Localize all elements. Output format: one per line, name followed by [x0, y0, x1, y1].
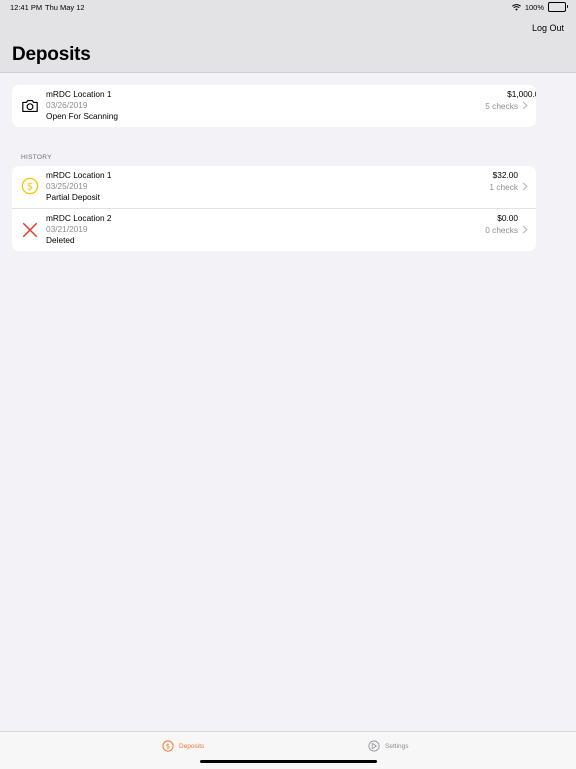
logout-button[interactable]: Log Out [532, 23, 564, 33]
current-deposit-card: mRDC Location 1 03/26/2019 Open For Scan… [12, 85, 536, 127]
history-row[interactable]: $ mRDC Location 1 03/25/2019 Partial Dep… [12, 166, 536, 208]
camera-icon [22, 100, 38, 112]
battery-percent: 100% [524, 2, 544, 12]
status-time: 12:41 PM [10, 3, 43, 12]
deposit-location: mRDC Location 1 [46, 89, 112, 99]
battery-icon [548, 2, 568, 12]
dollar-circle-icon: $ [162, 740, 174, 752]
chevron-right-icon [522, 182, 528, 191]
history-amount: $0.00 [497, 213, 518, 223]
history-section-header: HISTORY [21, 154, 52, 161]
tab-settings-label: Settings [385, 742, 409, 750]
history-date: 03/25/2019 [46, 181, 88, 191]
history-amount: $32.00 [492, 170, 518, 180]
svg-text:$: $ [166, 742, 170, 750]
history-date: 03/21/2019 [46, 224, 88, 234]
deposit-amount: $1,000.00 [507, 89, 536, 99]
current-deposit-row[interactable]: mRDC Location 1 03/26/2019 Open For Scan… [12, 85, 536, 127]
tab-settings[interactable]: Settings [368, 740, 409, 752]
settings-icon [368, 740, 380, 752]
status-date: Thu May 12 [45, 3, 85, 12]
deposit-date: 03/26/2019 [46, 100, 88, 110]
history-status: Partial Deposit [46, 192, 100, 202]
deposit-status: Open For Scanning [46, 111, 118, 121]
svg-text:$: $ [27, 182, 33, 193]
history-check-count: 1 check [489, 182, 518, 192]
status-bar: 12:41 PM Thu May 12 100% [0, 0, 576, 14]
chevron-right-icon [522, 225, 528, 234]
home-indicator [200, 760, 377, 763]
x-mark-icon [22, 222, 38, 238]
history-status: Deleted [46, 235, 75, 245]
history-location: mRDC Location 1 [46, 170, 112, 180]
history-row[interactable]: mRDC Location 2 03/21/2019 Deleted $0.00… [12, 208, 536, 251]
page-title: Deposits [12, 44, 91, 65]
deposit-check-count: 5 checks [485, 101, 518, 111]
navigation-header: 12:41 PM Thu May 12 100% Log Out Deposit… [0, 0, 576, 73]
wifi-icon [511, 3, 521, 11]
tab-deposits[interactable]: $ Deposits [162, 740, 204, 752]
tab-deposits-label: Deposits [179, 742, 205, 750]
history-check-count: 0 checks [485, 225, 518, 235]
history-card: $ mRDC Location 1 03/25/2019 Partial Dep… [12, 166, 536, 251]
tab-bar: $ Deposits Settings [0, 731, 576, 769]
status-indicators: 100% [511, 2, 568, 12]
chevron-right-icon [522, 101, 528, 110]
dollar-circle-icon: $ [21, 177, 39, 195]
history-location: mRDC Location 2 [46, 213, 112, 223]
